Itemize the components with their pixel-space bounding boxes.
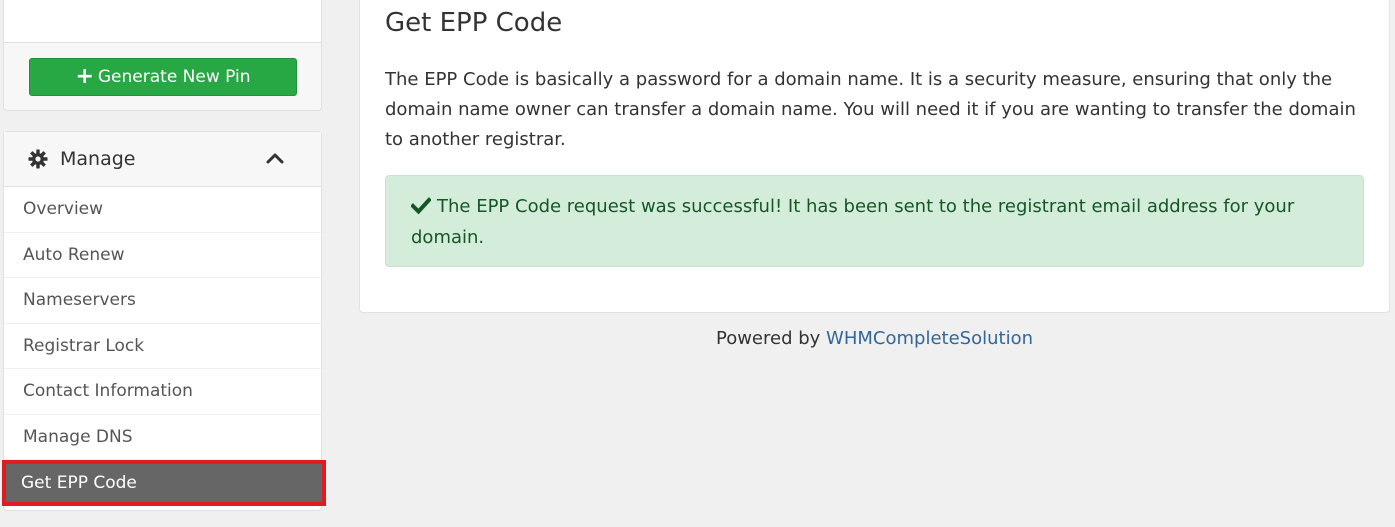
sidebar-item-label: Registrar Lock [23,335,145,356]
chevron-up-icon[interactable] [265,148,285,168]
whmcs-link[interactable]: WHMCompleteSolution [826,328,1033,349]
pin-panel-body [4,0,321,43]
manage-heading: Manage [60,148,136,170]
sidebar-item-get-epp-code[interactable]: Get EPP Code [2,460,326,506]
generate-new-pin-label: Generate New Pin [97,67,251,87]
manage-panel-header[interactable]: Manage [4,132,321,187]
sidebar-item-registrar-lock[interactable]: Registrar Lock [4,324,321,369]
sidebar-item-nameservers[interactable]: Nameservers [4,278,321,324]
generate-new-pin-button[interactable]: + Generate New Pin [29,58,297,96]
check-icon [410,197,432,215]
pin-panel: + Generate New Pin [3,0,322,111]
sidebar-item-label: Get EPP Code [21,472,137,493]
powered-by-text: Powered by [715,328,821,349]
sidebar-item-overview[interactable]: Overview [4,187,321,233]
sidebar-item-manage-dns[interactable]: Manage DNS [4,415,321,460]
sidebar-item-contact-information[interactable]: Contact Information [4,369,321,415]
manage-panel: Manage Overview Auto Renew Nameservers R… [2,131,326,511]
success-alert: The EPP Code request was successful! It … [385,175,1364,267]
sidebar-item-auto-renew[interactable]: Auto Renew [4,233,321,278]
gear-icon [28,149,48,169]
page-title: Get EPP Code [385,8,563,38]
sidebar-item-label: Nameservers [23,290,136,311]
sidebar-item-label: Contact Information [23,381,193,402]
sidebar-item-label: Auto Renew [23,244,125,265]
sidebar-item-label: Overview [23,199,104,220]
plus-icon: + [75,64,94,89]
footer: Powered by WHMCompleteSolution [359,328,1390,349]
success-alert-message: The EPP Code request was successful! It … [411,196,1295,248]
sidebar-item-label: Manage DNS [23,426,133,447]
page-description: The EPP Code is basically a password for… [385,69,1356,150]
